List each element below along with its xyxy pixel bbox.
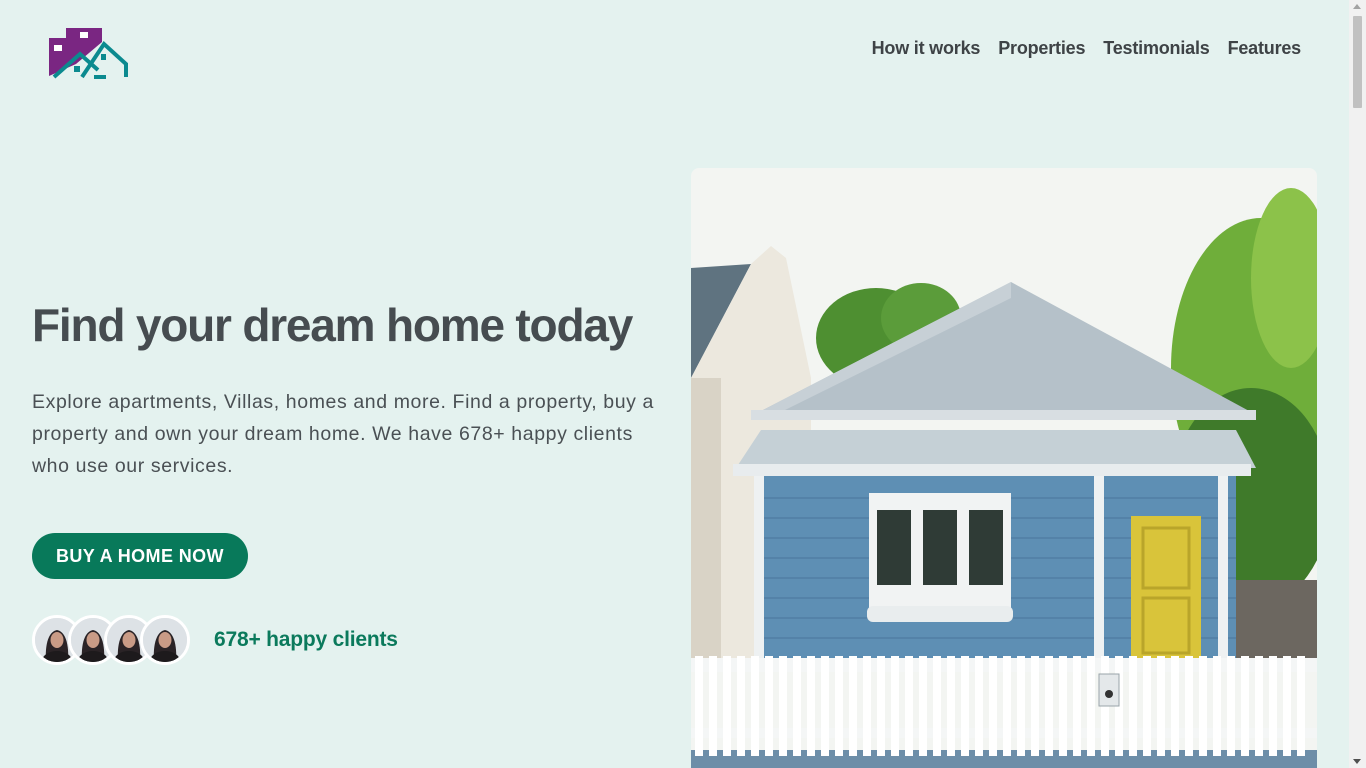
hero-title: Find your dream home today	[32, 299, 633, 351]
nav-how-it-works[interactable]: How it works	[872, 38, 981, 59]
nav-features[interactable]: Features	[1228, 38, 1302, 59]
buy-home-button[interactable]: BUY A HOME NOW	[32, 533, 248, 579]
client-avatar-icon	[143, 618, 187, 662]
scroll-thumb[interactable]	[1353, 16, 1362, 108]
happy-clients-count: 678+ happy clients	[214, 628, 398, 651]
client-avatars	[32, 615, 192, 665]
scroll-up-arrow-icon[interactable]	[1353, 4, 1361, 9]
logo[interactable]	[46, 24, 130, 80]
nav-testimonials[interactable]: Testimonials	[1103, 38, 1209, 59]
main-nav: How it works Properties Testimonials Fea…	[872, 38, 1302, 59]
scroll-down-arrow-icon[interactable]	[1353, 759, 1361, 764]
house-photo	[691, 168, 1317, 768]
house-logo-icon	[49, 28, 128, 79]
page: How it works Properties Testimonials Fea…	[0, 0, 1349, 768]
hero-description: Explore apartments, Villas, homes and mo…	[32, 391, 654, 477]
avatar	[140, 615, 190, 665]
hero-house-image	[691, 168, 1317, 768]
nav-properties[interactable]: Properties	[998, 38, 1085, 59]
vertical-scrollbar[interactable]	[1349, 0, 1366, 768]
